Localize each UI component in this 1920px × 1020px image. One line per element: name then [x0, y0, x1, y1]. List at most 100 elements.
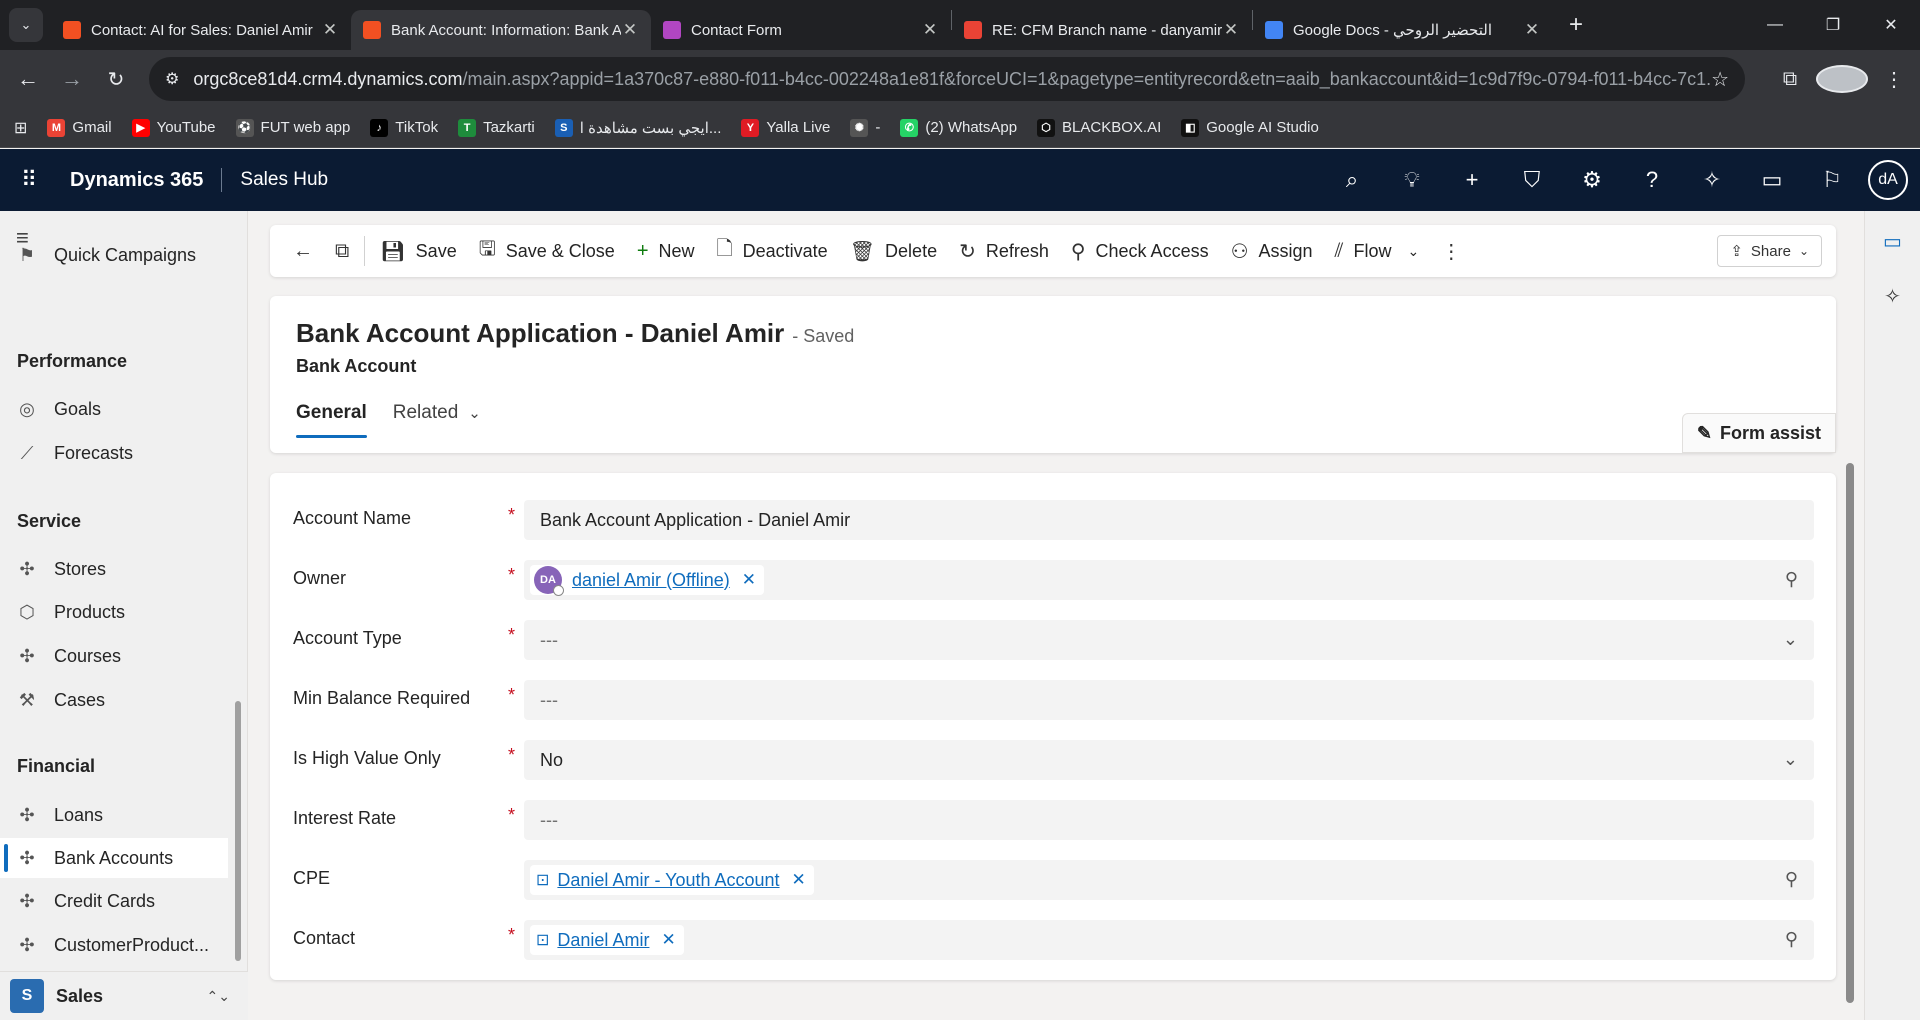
bookmark-item[interactable]: M Gmail: [47, 118, 112, 137]
bookmark-star-icon[interactable]: ☆: [1711, 67, 1729, 92]
browser-tab[interactable]: Contact: AI for Sales: Daniel Amir ✕: [51, 10, 351, 50]
nav-item-quick-campaigns[interactable]: ⚑ Quick Campaigns: [0, 235, 228, 275]
chrome-menu-icon[interactable]: ⋮: [1868, 67, 1920, 92]
account-type-select[interactable]: --- ⌄: [524, 620, 1814, 660]
flow-button[interactable]: ⫽ Flow ⌄: [1324, 231, 1431, 271]
contact-link[interactable]: Daniel Amir: [557, 930, 649, 951]
bookmark-item[interactable]: ✺ -: [850, 118, 880, 137]
minimize-icon[interactable]: —: [1746, 0, 1804, 50]
new-tab-button[interactable]: +: [1559, 11, 1593, 39]
search-icon[interactable]: ⚲: [1785, 929, 1798, 950]
close-window-icon[interactable]: ✕: [1862, 0, 1920, 50]
tab-close-icon[interactable]: ✕: [1523, 20, 1541, 40]
reload-icon[interactable]: ↻: [94, 67, 138, 92]
remove-icon[interactable]: ✕: [661, 930, 675, 950]
bookmark-item[interactable]: ✆ (2) WhatsApp: [900, 118, 1017, 137]
nav-item-credit-cards[interactable]: ✣ Credit Cards: [0, 881, 228, 921]
tab-related[interactable]: Related ⌄: [393, 402, 481, 438]
forward-icon[interactable]: →: [50, 66, 94, 92]
cpe-lookup-tag[interactable]: ⊡ Daniel Amir - Youth Account ✕: [530, 865, 814, 895]
search-icon[interactable]: ⌕: [1322, 167, 1382, 193]
bookmark-item[interactable]: ♪ TikTok: [370, 118, 438, 137]
cpe-link[interactable]: Daniel Amir - Youth Account: [557, 870, 779, 891]
account-name-input[interactable]: Bank Account Application - Daniel Amir: [524, 500, 1814, 540]
assistant-icon[interactable]: ⚐: [1802, 167, 1862, 193]
bookmark-item[interactable]: ◧ Google AI Studio: [1181, 118, 1319, 137]
tab-close-icon[interactable]: ✕: [1222, 20, 1240, 40]
share-button[interactable]: ⇪ Share ⌄: [1717, 235, 1822, 267]
owner-lookup[interactable]: DA daniel Amir (Offline) ✕ ⚲: [524, 560, 1814, 600]
tab-search-button[interactable]: ⌄: [9, 8, 43, 42]
browser-tab[interactable]: Google Docs - التحضير الروحي ✕: [1253, 10, 1553, 50]
copilot-pane-icon[interactable]: ✧: [1865, 284, 1920, 309]
help-icon[interactable]: ?: [1622, 167, 1682, 193]
contact-lookup[interactable]: ⊡ Daniel Amir ✕ ⚲: [524, 920, 1814, 960]
url-field[interactable]: ⚙ orgc8ce81d4.crm4.dynamics.com/main.asp…: [149, 57, 1745, 101]
save-button[interactable]: 💾︎ Save: [369, 231, 467, 271]
tab-close-icon[interactable]: ✕: [321, 20, 339, 40]
extensions-icon[interactable]: ⧉: [1764, 68, 1816, 91]
nav-item-cases[interactable]: ⚒ Cases: [0, 680, 228, 720]
check-access-button[interactable]: ⚲ Check Access: [1060, 231, 1220, 271]
nav-item-courses[interactable]: ✣ Courses: [0, 636, 228, 676]
owner-link[interactable]: daniel Amir (Offline): [572, 570, 730, 591]
back-icon[interactable]: ←: [6, 66, 50, 92]
maximize-icon[interactable]: ❐: [1804, 0, 1862, 50]
delete-button[interactable]: 🗑︎ Delete: [839, 231, 948, 271]
bookmark-item[interactable]: ⬡ BLACKBOX.AI: [1037, 118, 1161, 137]
nav-item-loans[interactable]: ✣ Loans: [0, 795, 228, 835]
brand-title[interactable]: Dynamics 365: [70, 169, 203, 192]
min-balance-input[interactable]: ---: [524, 680, 1814, 720]
bookmark-item[interactable]: Y Yalla Live: [741, 118, 830, 137]
open-new-window-button[interactable]: ⧉: [324, 231, 360, 271]
new-button[interactable]: + New: [626, 231, 706, 271]
remove-icon[interactable]: ✕: [792, 870, 806, 890]
bookmark-item[interactable]: ▶ YouTube: [131, 118, 216, 137]
browser-tab[interactable]: Contact Form ✕: [651, 10, 951, 50]
high-value-select[interactable]: No ⌄: [524, 740, 1814, 780]
contact-lookup-tag[interactable]: ⊡ Daniel Amir ✕: [530, 925, 684, 955]
tab-close-icon[interactable]: ✕: [921, 20, 939, 40]
interest-rate-input[interactable]: ---: [524, 800, 1814, 840]
search-icon[interactable]: ⚲: [1785, 869, 1798, 890]
lightbulb-icon[interactable]: 💡︎: [1382, 167, 1442, 193]
tab-general[interactable]: General: [296, 402, 367, 438]
back-button[interactable]: ←: [282, 231, 324, 271]
add-icon[interactable]: +: [1442, 167, 1502, 193]
app-launcher-icon[interactable]: ⠿: [0, 167, 58, 193]
area-switcher[interactable]: S Sales ⌃⌄: [0, 971, 248, 1020]
more-commands-button[interactable]: ⋮: [1430, 231, 1472, 271]
nav-item-customer-products[interactable]: ✣ CustomerProduct...: [0, 925, 228, 965]
browser-tab[interactable]: Bank Account: Information: Bank Account …: [351, 10, 651, 50]
site-info-icon[interactable]: ⚙: [165, 69, 179, 89]
remove-icon[interactable]: ✕: [742, 570, 756, 590]
settings-icon[interactable]: ⚙: [1562, 167, 1622, 193]
owner-lookup-tag[interactable]: DA daniel Amir (Offline) ✕: [530, 565, 764, 596]
filter-icon[interactable]: ⛉: [1502, 167, 1562, 193]
bookmark-item[interactable]: ⚽ FUT web app: [235, 118, 350, 137]
tab-close-icon[interactable]: ✕: [621, 20, 639, 40]
nav-scrollbar[interactable]: [235, 701, 241, 961]
bookmark-item[interactable]: T Tazkarti: [458, 118, 535, 137]
browser-tab[interactable]: RE: CFM Branch name - danyamir ✕: [952, 10, 1252, 50]
search-icon[interactable]: ⚲: [1785, 569, 1798, 590]
copilot-icon[interactable]: ✧: [1682, 167, 1742, 193]
profile-avatar[interactable]: [1816, 65, 1868, 93]
save-close-button[interactable]: 🖫 Save & Close: [468, 231, 626, 271]
nav-item-goals[interactable]: ◎ Goals: [0, 389, 228, 429]
nav-item-bank-accounts[interactable]: ✣ Bank Accounts: [0, 838, 228, 878]
deactivate-button[interactable]: 🗋 Deactivate: [706, 231, 839, 271]
nav-item-forecasts[interactable]: ⟋ Forecasts: [0, 433, 228, 473]
nav-item-stores[interactable]: ✣ Stores: [0, 549, 228, 589]
main-scrollbar[interactable]: [1846, 463, 1854, 1003]
assign-button[interactable]: ⚇ Assign: [1220, 231, 1324, 271]
bookmark-item[interactable]: S ايجي بست مشاهدة ا...: [554, 118, 721, 137]
refresh-button[interactable]: ↻ Refresh: [948, 231, 1060, 271]
app-name[interactable]: Sales Hub: [240, 169, 328, 191]
form-assist-button[interactable]: ✎ Form assist: [1681, 413, 1836, 453]
chat-pane-icon[interactable]: ▭: [1865, 229, 1920, 254]
chat-icon[interactable]: ▭: [1742, 167, 1802, 193]
user-avatar[interactable]: dA: [1868, 160, 1908, 200]
apps-grid-icon[interactable]: ⊞: [14, 118, 27, 138]
cpe-lookup[interactable]: ⊡ Daniel Amir - Youth Account ✕ ⚲: [524, 860, 1814, 900]
